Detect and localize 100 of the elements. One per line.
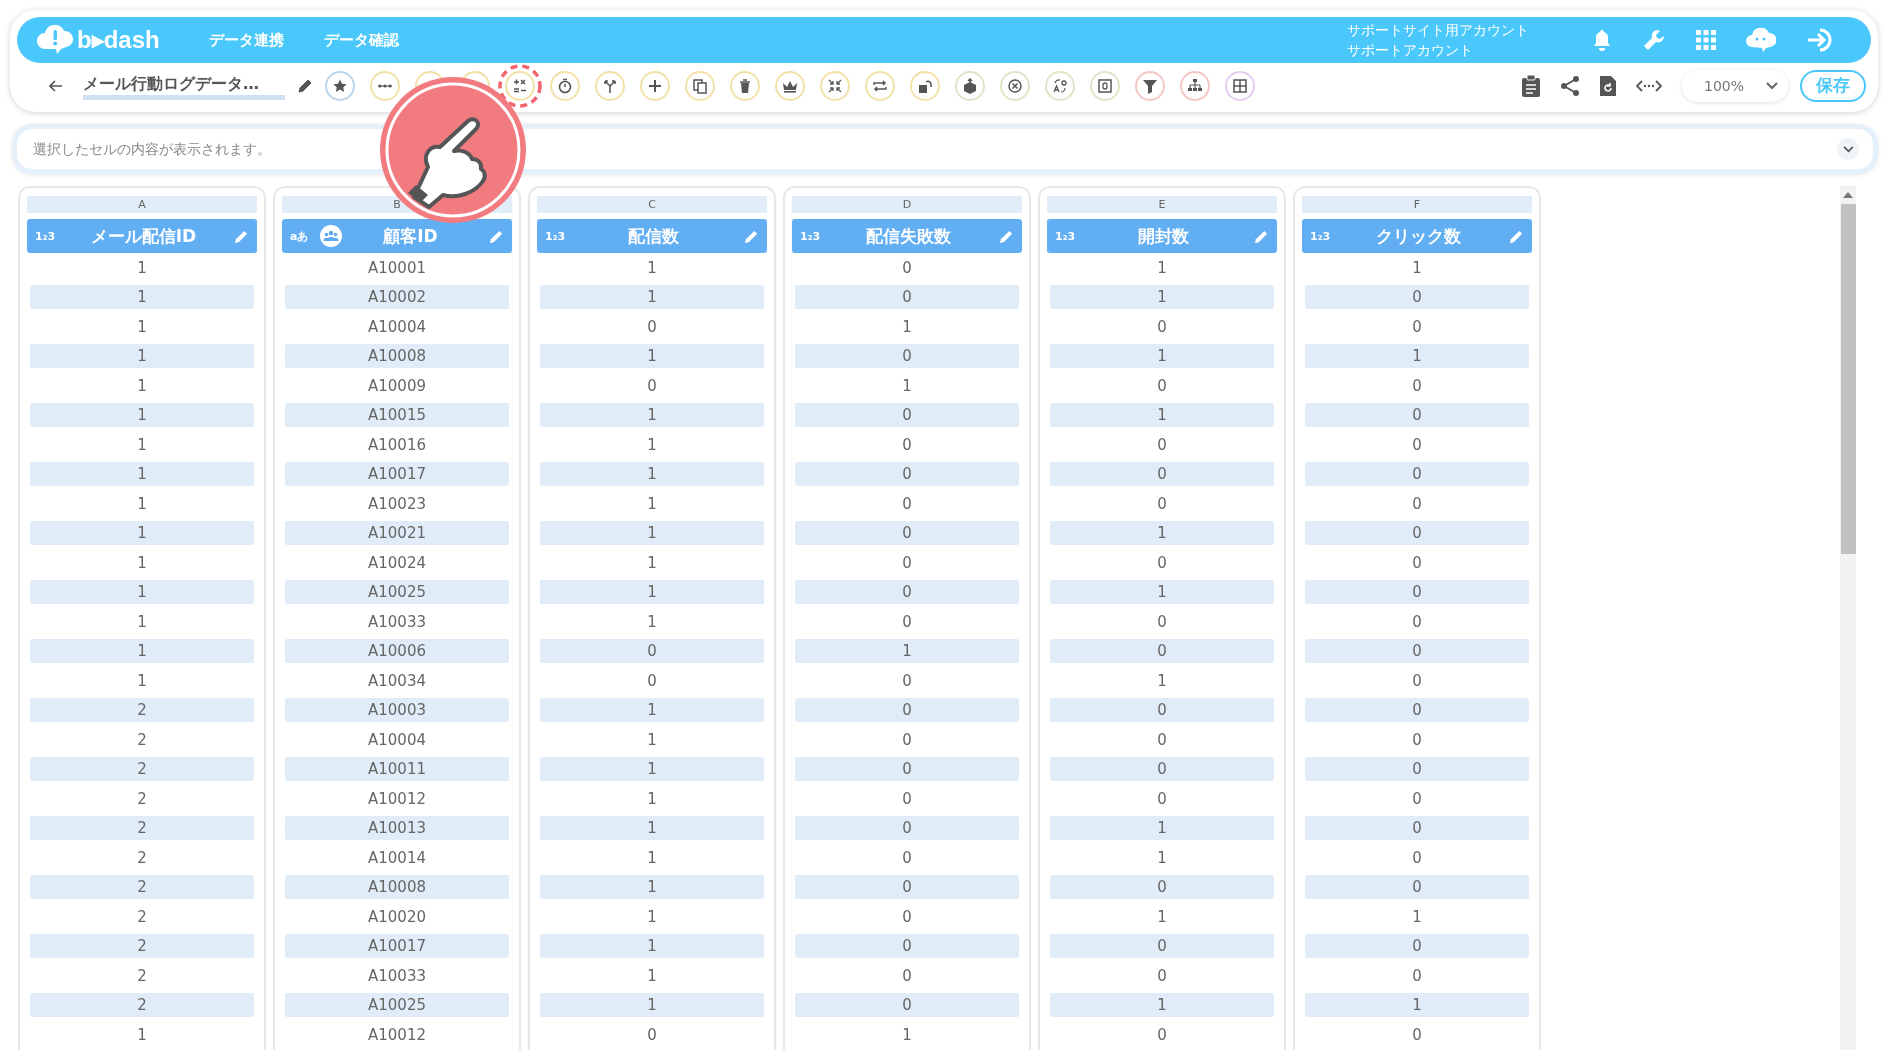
crown-button[interactable]	[775, 70, 805, 101]
table-cell-text: A10024	[367, 552, 427, 574]
table-cell: A10011	[285, 757, 509, 782]
zoom-select[interactable]: 100%	[1682, 69, 1788, 102]
split-arrows-button[interactable]	[595, 70, 625, 101]
table-cell-text: 1	[1156, 847, 1168, 869]
star-button[interactable]	[325, 70, 355, 101]
swap-button[interactable]	[865, 70, 895, 101]
lock-button[interactable]	[910, 70, 940, 101]
cancel-button[interactable]	[1000, 70, 1030, 101]
table-cell-text: A10033	[367, 965, 427, 987]
file-refresh-icon[interactable]	[1600, 75, 1616, 96]
scroll-up-icon[interactable]	[1843, 192, 1853, 198]
compress-button[interactable]	[820, 70, 850, 101]
table-cell-text: 1	[136, 375, 148, 397]
column-title: 顧客ID	[382, 224, 439, 248]
table-cell-text: 1	[646, 611, 658, 633]
share-icon[interactable]	[1560, 75, 1580, 96]
table-cell-text: 0	[1411, 788, 1423, 810]
stopwatch-button[interactable]	[550, 70, 580, 101]
box-upload-button[interactable]	[955, 70, 985, 101]
filter-icon	[1142, 77, 1158, 94]
dots-button[interactable]	[370, 70, 400, 101]
table-cell: A10025	[285, 993, 509, 1018]
table-cell-text: A10033	[367, 611, 427, 633]
column-letter[interactable]: F	[1302, 196, 1532, 213]
table-cell: 0	[1050, 639, 1274, 664]
table-cell-text: 0	[901, 611, 913, 633]
convert-button[interactable]	[1045, 70, 1075, 101]
table-cell: A10015	[285, 403, 509, 428]
table-cell-text: 0	[1156, 375, 1168, 397]
table-cell: 2	[30, 875, 254, 900]
table-cell-text: 0	[1411, 434, 1423, 456]
table-cell-text: 0	[901, 257, 913, 279]
table-cell-text: 2	[136, 965, 148, 987]
brand-logo[interactable]: b▸dash	[77, 26, 160, 54]
table-cell-text: 1	[646, 552, 658, 574]
hierarchy-button[interactable]	[1180, 70, 1210, 101]
table-cell: 1	[795, 639, 1019, 664]
table-cell-text: 2	[136, 847, 148, 869]
table-cell-text: 0	[901, 434, 913, 456]
table-cell-text: 1	[646, 729, 658, 751]
table-cell: A10025	[285, 580, 509, 605]
table-cell: 1	[30, 462, 254, 487]
pencil-icon[interactable]	[297, 77, 313, 94]
trash-button[interactable]	[730, 70, 760, 101]
lock-icon	[917, 77, 933, 94]
column-header[interactable]: aあ 顧客ID	[282, 219, 512, 253]
copy-button[interactable]	[685, 70, 715, 101]
table-cell-text: 0	[1411, 552, 1423, 574]
table-cell: 0	[795, 875, 1019, 900]
table-cell: 1	[540, 580, 764, 605]
table-cell-text: 0	[1156, 1024, 1168, 1046]
formula-bar[interactable]: 選択したセルの内容が表示されます。	[12, 124, 1878, 174]
table-cell-text: 0	[1411, 965, 1423, 987]
column-header[interactable]: 1₂3 開封数	[1047, 219, 1277, 253]
back-arrow-icon[interactable]	[49, 79, 63, 92]
table-cell-text: A10012	[367, 1024, 427, 1046]
column-letter[interactable]: E	[1047, 196, 1277, 213]
calculator-button[interactable]	[505, 70, 535, 101]
table-cell: 0	[795, 816, 1019, 841]
table-cell-text: 0	[901, 965, 913, 987]
table-cell-text: 1	[901, 375, 913, 397]
column-header[interactable]: 1₂3 配信失敗数	[792, 219, 1022, 253]
table-cell-text: 0	[1156, 493, 1168, 515]
clipboard-icon[interactable]	[1522, 74, 1540, 97]
table-cell-text: 1	[646, 257, 658, 279]
table-cell: 0	[540, 639, 764, 664]
table-cell: 2	[30, 757, 254, 782]
column-letter[interactable]: A	[27, 196, 257, 213]
column-letter[interactable]: C	[537, 196, 767, 213]
plus-button[interactable]	[640, 70, 670, 101]
nav-link[interactable]: データ連携	[209, 30, 284, 50]
column-header[interactable]: 1₂3 配信数	[537, 219, 767, 253]
expand-button[interactable]	[1837, 138, 1859, 160]
column-letter[interactable]: D	[792, 196, 1022, 213]
table-cell-text: A10001	[367, 257, 427, 279]
code-icon[interactable]	[1636, 78, 1662, 93]
zero-box-button[interactable]	[1090, 70, 1120, 101]
column-title: クリック数	[1375, 224, 1462, 248]
table-cell: 0	[1305, 757, 1529, 782]
document-title[interactable]: メール行動ログデータ…	[83, 71, 285, 100]
table-cell: 1	[540, 403, 764, 428]
nav-link[interactable]: データ確認	[324, 30, 399, 50]
type-label: 1₂3	[545, 229, 567, 243]
chevron-down-icon	[1842, 145, 1854, 153]
column-header[interactable]: 1₂3 クリック数	[1302, 219, 1532, 253]
table-cell-text: A10034	[367, 670, 427, 692]
cell-content-field[interactable]: 選択したセルの内容が表示されます。	[31, 140, 1837, 158]
table-cell: 0	[795, 934, 1019, 959]
copy-icon	[692, 77, 708, 94]
table-cell-text: 1	[646, 434, 658, 456]
save-button[interactable]: 保存	[1800, 69, 1866, 102]
table-cell: 0	[795, 344, 1019, 369]
table-cell-text: 1	[1156, 670, 1168, 692]
cancel-icon	[1007, 77, 1023, 94]
grid-button[interactable]	[1225, 70, 1255, 101]
filter-button[interactable]	[1135, 70, 1165, 101]
column-header[interactable]: 1₂3 メール配信ID	[27, 219, 257, 253]
scrollbar-thumb[interactable]	[1840, 204, 1856, 554]
